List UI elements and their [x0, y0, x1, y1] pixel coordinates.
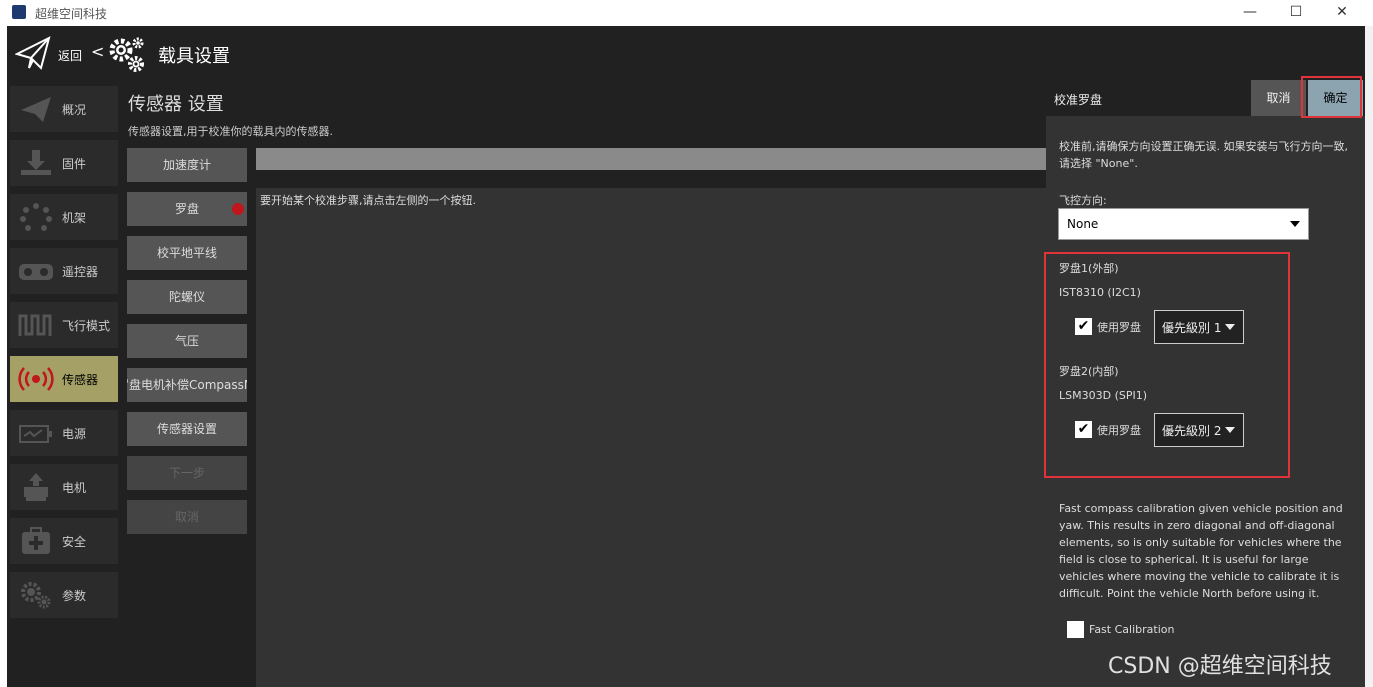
- sidebar-item-safety[interactable]: 安全: [10, 518, 118, 564]
- sensor-settings-title: 传感器 设置: [128, 94, 224, 115]
- battery-icon: [19, 425, 52, 443]
- compass-button-label: 罗盘: [174, 202, 199, 216]
- download-icon: [21, 150, 51, 175]
- sidebar-item-label: 参数: [62, 589, 87, 603]
- breadcrumb-separator: <: [91, 42, 105, 61]
- gyroscope-button[interactable]: 陀螺仪: [127, 280, 247, 314]
- sidebar-item-label: 遥控器: [62, 265, 99, 279]
- minimize-button[interactable]: —: [1227, 1, 1273, 23]
- sidebar-item-label: 固件: [62, 157, 87, 171]
- accelerometer-button[interactable]: 加速度计: [127, 148, 247, 182]
- chevron-down-icon: [1225, 324, 1235, 330]
- rc-icon: [19, 264, 53, 280]
- orientation-select[interactable]: None: [1058, 208, 1309, 240]
- gears-icon: [109, 37, 144, 72]
- compass1-priority-value: 優先級別 1: [1162, 321, 1222, 335]
- sensor-settings-description: 传感器设置,用于校准你的载具内的传感器.: [128, 125, 333, 138]
- compass1-device: IST8310 (I2C1): [1059, 286, 1141, 299]
- use-compass2-label: 使用罗盘: [1097, 424, 1141, 437]
- compassmot-button[interactable]: 罗盘电机补偿CompassMot: [127, 368, 247, 402]
- sensor-icon: [18, 367, 54, 391]
- status-dot-icon: [232, 203, 244, 215]
- use-compass2-checkbox[interactable]: ✔: [1075, 421, 1092, 438]
- back-button[interactable]: 返回: [58, 47, 82, 64]
- orientation-label: 飞控方向:: [1059, 194, 1107, 207]
- frame-icon: [20, 203, 52, 231]
- chevron-down-icon: [1290, 221, 1300, 227]
- panel-cancel-button[interactable]: 取消: [1251, 80, 1306, 116]
- sidebar-item-label: 安全: [62, 535, 87, 549]
- sidebar-item-label: 飞行模式: [62, 319, 111, 333]
- sidebar-item-label: 概况: [62, 103, 87, 117]
- instruction-area: 要开始某个校准步骤,请点击左侧的一个按钮.: [256, 188, 1046, 687]
- compass2-priority-value: 優先級別 2: [1162, 424, 1222, 438]
- orientation-value: None: [1067, 217, 1099, 231]
- compass1-priority-select[interactable]: 優先級別 1: [1154, 310, 1244, 344]
- compass-calibration-panel: 校准罗盘 取消 确定 校准前,请确保方向设置正确无误. 如果安装与飞行方向一致,…: [1044, 76, 1365, 687]
- sidebar-item-label: 电机: [62, 481, 87, 495]
- instruction-text: 要开始某个校准步骤,请点击左侧的一个按钮.: [260, 194, 476, 207]
- paper-plane-icon[interactable]: [15, 36, 51, 70]
- panel-title: 校准罗盘: [1054, 93, 1103, 107]
- plane-icon: [21, 97, 51, 122]
- app-logo-icon: [12, 5, 26, 19]
- motor-icon: [24, 473, 48, 501]
- ok-highlight-box: [1301, 76, 1362, 118]
- watermark: CSDN @超维空间科技: [1108, 654, 1332, 679]
- compass-button[interactable]: 罗盘: [127, 192, 247, 226]
- sidebar-item-label: 机架: [62, 211, 87, 225]
- compass1-header: 罗盘1(外部): [1059, 262, 1119, 275]
- medkit-icon: [22, 527, 50, 554]
- close-button[interactable]: ✕: [1319, 1, 1365, 23]
- sidebar-item-firmware[interactable]: 固件: [10, 140, 118, 186]
- sidebar-item-power[interactable]: 电源: [10, 410, 118, 456]
- compass2-header: 罗盘2(内部): [1059, 365, 1119, 378]
- cancel-calibration-button[interactable]: 取消: [127, 500, 247, 534]
- gears-icon: [21, 582, 51, 609]
- compass2-priority-select[interactable]: 優先級別 2: [1154, 413, 1244, 447]
- calibration-progress-bar: [256, 148, 1046, 170]
- sidebar-item-sensors[interactable]: 传感器: [10, 356, 118, 402]
- fast-calibration-checkbox[interactable]: [1067, 621, 1084, 638]
- fast-calibration-label: Fast Calibration: [1089, 623, 1175, 636]
- sidebar-item-frame[interactable]: 机架: [10, 194, 118, 240]
- sidebar-item-label: 电源: [62, 427, 87, 441]
- wave-icon: [18, 314, 52, 336]
- maximize-button[interactable]: ☐: [1273, 1, 1319, 23]
- page-title: 载具设置: [158, 46, 230, 67]
- next-button[interactable]: 下一步: [127, 456, 247, 490]
- sidebar-item-parameters[interactable]: 参数: [10, 572, 118, 618]
- sidebar-item-radio[interactable]: 遥控器: [10, 248, 118, 294]
- sensor-settings-button[interactable]: 传感器设置: [127, 412, 247, 446]
- pressure-button[interactable]: 气压: [127, 324, 247, 358]
- sidebar-item-label: 传感器: [62, 373, 99, 387]
- window-titlebar: 超维空间科技 — ☐ ✕: [0, 0, 1373, 26]
- sidebar-item-summary[interactable]: 概况: [10, 86, 118, 132]
- level-horizon-button[interactable]: 校平地平线: [127, 236, 247, 270]
- scrollbar[interactable]: [1365, 26, 1373, 687]
- app-window: 返回 < 载具设置 概况 固件 机架 遥控器 飞行模式 传感器 电源 电机 安全…: [7, 26, 1365, 687]
- window-title: 超维空间科技: [35, 7, 108, 21]
- calibration-intro-text: 校准前,请确保方向设置正确无误. 如果安装与飞行方向一致, 请选择 "None"…: [1059, 140, 1348, 170]
- sidebar-item-flight-modes[interactable]: 飞行模式: [10, 302, 118, 348]
- chevron-down-icon: [1225, 427, 1235, 433]
- compass2-device: LSM303D (SPI1): [1059, 389, 1148, 402]
- use-compass1-label: 使用罗盘: [1097, 321, 1141, 334]
- fast-calibration-description: Fast compass calibration given vehicle p…: [1059, 502, 1343, 600]
- header-bar: 返回 < 载具设置: [7, 26, 1365, 80]
- use-compass1-checkbox[interactable]: ✔: [1075, 318, 1092, 335]
- sidebar-item-motors[interactable]: 电机: [10, 464, 118, 510]
